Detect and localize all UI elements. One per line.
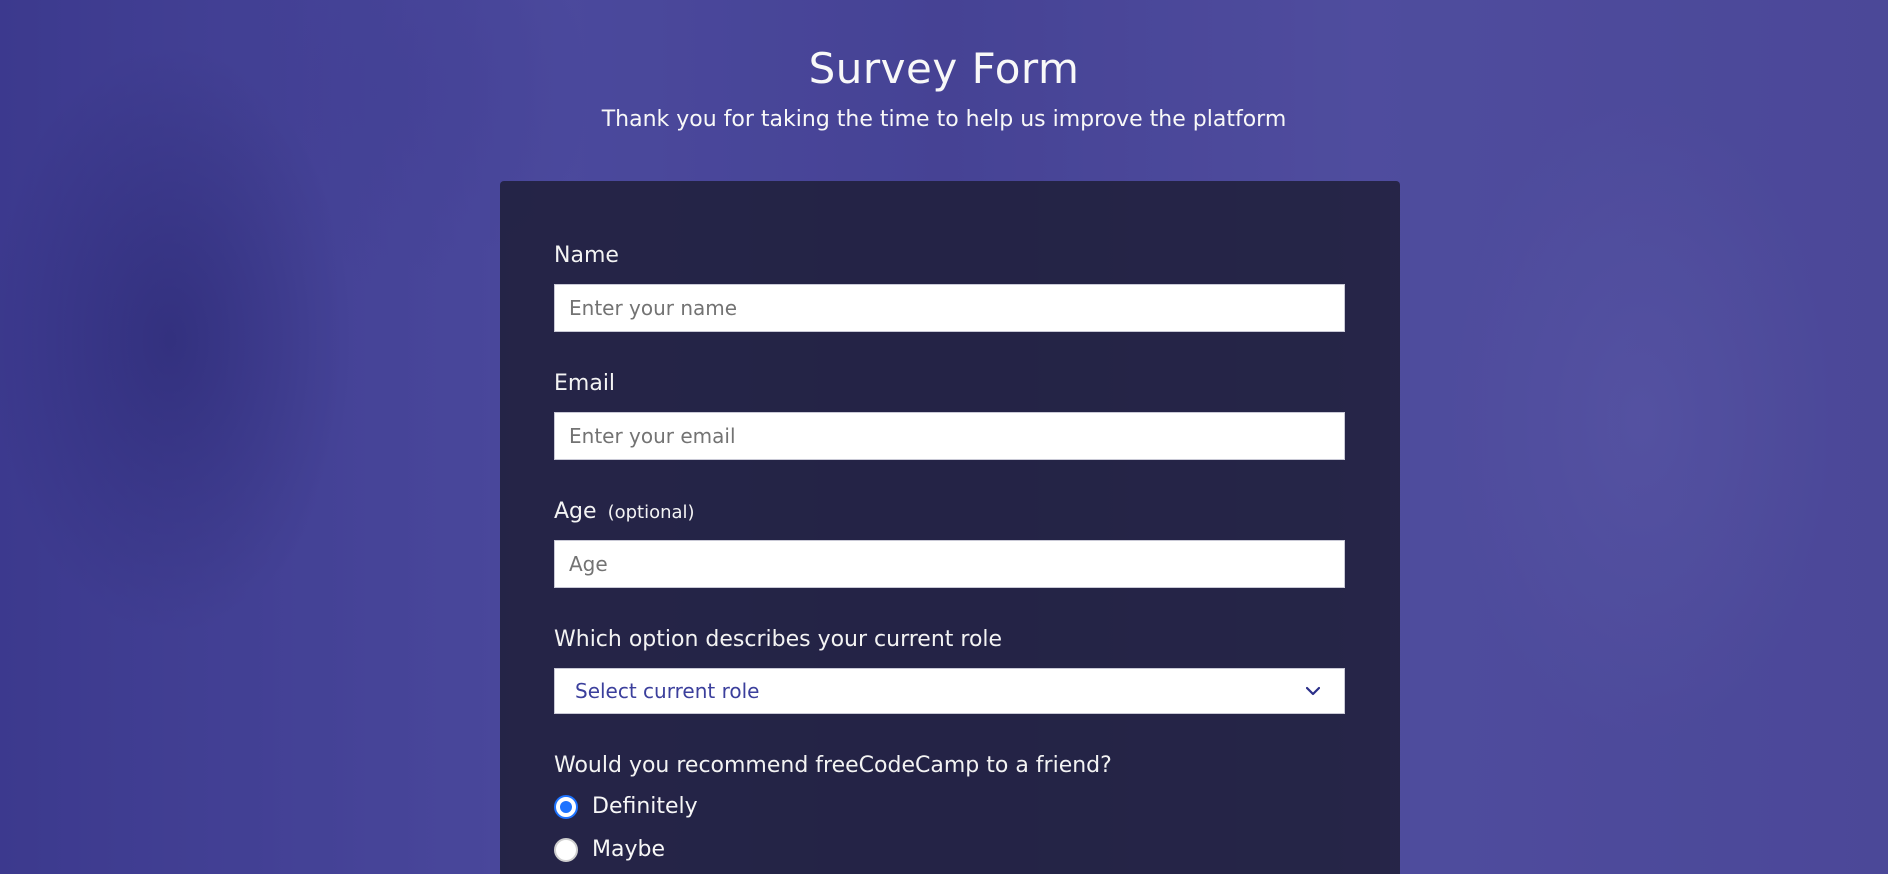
radio-checked-icon[interactable]	[554, 794, 578, 819]
role-field-group: Which option describes your current role…	[554, 627, 1345, 714]
survey-form: Name Email Age (optional) Which option d…	[500, 181, 1400, 874]
email-label: Email	[554, 371, 616, 396]
role-select[interactable]: Select current role	[554, 668, 1345, 714]
chevron-down-icon	[1302, 680, 1324, 702]
age-field-group: Age (optional)	[554, 499, 1345, 588]
recommend-field-group: Would you recommend freeCodeCamp to a fr…	[554, 753, 1345, 874]
age-input[interactable]	[554, 540, 1345, 588]
name-input[interactable]	[554, 284, 1345, 332]
name-label: Name	[554, 243, 619, 268]
recommend-label: Would you recommend freeCodeCamp to a fr…	[554, 753, 1112, 778]
email-input[interactable]	[554, 412, 1345, 460]
recommend-option-label: Maybe	[592, 837, 665, 862]
recommend-option-label: Definitely	[592, 794, 698, 819]
age-label: Age (optional)	[554, 499, 1345, 524]
name-field-group: Name	[554, 243, 1345, 332]
role-label: Which option describes your current role	[554, 627, 1003, 652]
role-selected-value: Select current role	[575, 679, 760, 703]
page-title: Survey Form	[808, 44, 1080, 93]
radio-unchecked-icon[interactable]	[554, 837, 578, 862]
age-optional-text: (optional)	[607, 502, 695, 523]
recommend-option-definitely[interactable]: Definitely	[554, 794, 1345, 819]
page-header: Survey Form Thank you for taking the tim…	[0, 44, 1888, 132]
recommend-option-maybe[interactable]: Maybe	[554, 837, 1345, 862]
email-field-group: Email	[554, 371, 1345, 460]
page-description: Thank you for taking the time to help us…	[601, 107, 1287, 132]
age-label-text: Age	[554, 499, 597, 524]
